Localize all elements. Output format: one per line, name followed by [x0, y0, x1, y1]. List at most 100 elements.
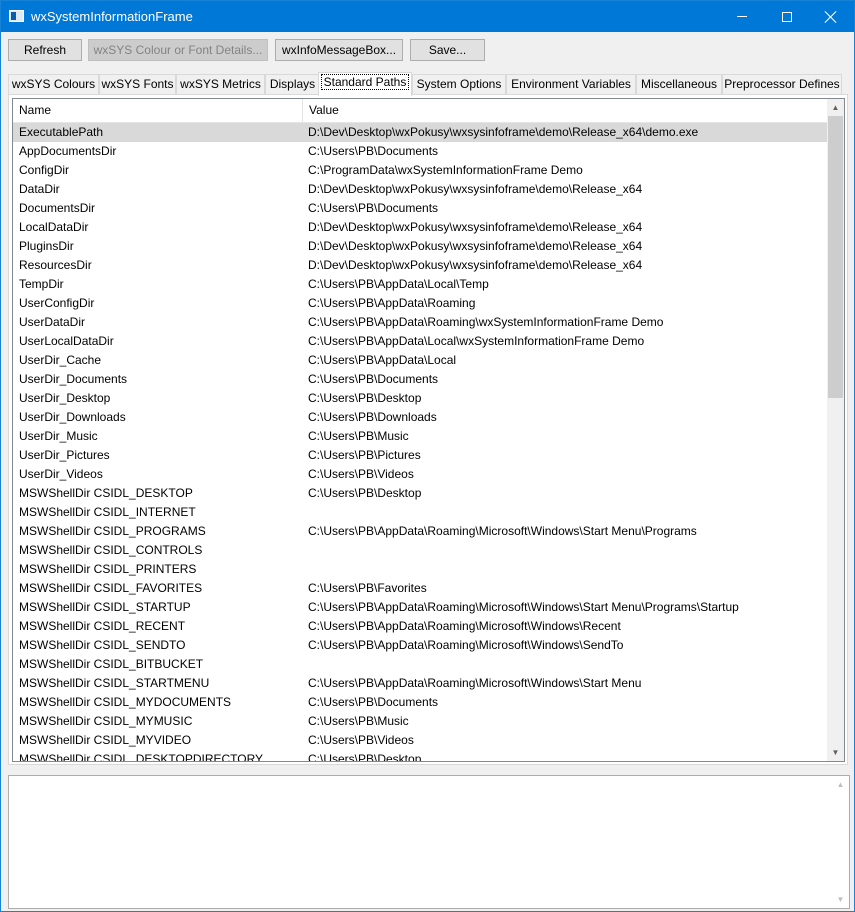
- list-item[interactable]: UserDataDir C:\Users\PB\AppData\Roaming\w…: [13, 313, 828, 332]
- list-item[interactable]: TempDir C:\Users\PB\AppData\Local\Temp: [13, 275, 828, 294]
- title-bar[interactable]: wxSystemInformationFrame: [1, 1, 854, 32]
- tab-system-options[interactable]: System Options: [412, 74, 506, 95]
- list-header: Name Value: [13, 99, 828, 123]
- tab-miscellaneous[interactable]: Miscellaneous: [636, 74, 722, 95]
- path-name: UserDir_Desktop: [19, 391, 111, 405]
- refresh-button[interactable]: Refresh: [8, 39, 82, 61]
- list-item[interactable]: MSWShellDir CSIDL_BITBUCKET: [13, 655, 828, 674]
- path-value: C:\Users\PB\Documents: [308, 144, 439, 158]
- list-item[interactable]: MSWShellDir CSIDL_SENDTO C:\Users\PB\AppD…: [13, 636, 828, 655]
- list-item[interactable]: MSWShellDir CSIDL_MYVIDEO C:\Users\PB\Vid…: [13, 731, 828, 750]
- chevron-down-icon[interactable]: ▼: [827, 744, 844, 761]
- tab-label: Displays: [269, 77, 316, 91]
- maximize-icon: [782, 11, 792, 22]
- tab-environment-variables[interactable]: Environment Variables: [506, 74, 636, 95]
- path-name: MSWShellDir CSIDL_PROGRAMS: [19, 524, 206, 538]
- list-item[interactable]: UserDir_Downloads C:\Users\PB\Downloads: [13, 408, 828, 427]
- path-name: UserDir_Documents: [19, 372, 128, 386]
- list-item[interactable]: AppDocumentsDir C:\Users\PB\Documents: [13, 142, 828, 161]
- close-button[interactable]: [808, 1, 854, 32]
- tab-wxsys-colours[interactable]: wxSYS Colours: [8, 74, 99, 95]
- info-message-box-button[interactable]: wxInfoMessageBox...: [275, 39, 403, 61]
- path-value: C:\Users\PB\Desktop: [308, 391, 422, 405]
- save-button[interactable]: Save...: [410, 39, 485, 61]
- tab-label: Miscellaneous: [640, 77, 718, 91]
- column-header-value[interactable]: Value: [303, 99, 828, 122]
- path-name: MSWShellDir CSIDL_STARTMENU: [19, 676, 210, 690]
- path-value: C:\Users\PB\AppData\Roaming\wxSystemInfo…: [308, 315, 664, 329]
- path-name: ResourcesDir: [19, 258, 92, 272]
- window-title: wxSystemInformationFrame: [31, 9, 193, 24]
- list-item[interactable]: PluginsDir D:\Dev\Desktop\wxPokusy\wxsysi…: [13, 237, 828, 256]
- log-text-area[interactable]: ▲ ▼: [8, 775, 850, 909]
- tab-displays[interactable]: Displays: [265, 74, 320, 95]
- list-vertical-scrollbar[interactable]: ▲ ▼: [827, 99, 844, 761]
- path-name: MSWShellDir CSIDL_MYDOCUMENTS: [19, 695, 232, 709]
- list-item[interactable]: UserDir_Pictures C:\Users\PB\Pictures: [13, 446, 828, 465]
- path-value: C:\Users\PB\AppData\Local: [308, 353, 457, 367]
- tab-label: Preprocessor Defines: [724, 77, 840, 91]
- path-name: UserDataDir: [19, 315, 86, 329]
- tab-wxsys-fonts[interactable]: wxSYS Fonts: [99, 74, 176, 95]
- path-value: [308, 655, 826, 674]
- standard-paths-list[interactable]: Name Value ExecutablePath D:\Dev\Desktop\…: [12, 98, 845, 762]
- list-item[interactable]: UserDir_Cache C:\Users\PB\AppData\Local: [13, 351, 828, 370]
- list-item[interactable]: MSWShellDir CSIDL_MYMUSIC C:\Users\PB\Mus…: [13, 712, 828, 731]
- list-item[interactable]: MSWShellDir CSIDL_STARTMENU C:\Users\PB\A…: [13, 674, 828, 693]
- path-value: C:\Users\PB\AppData\Roaming\Microsoft\Wi…: [308, 524, 697, 538]
- list-item[interactable]: UserLocalDataDir C:\Users\PB\AppData\Loca…: [13, 332, 828, 351]
- chevron-up-icon[interactable]: ▲: [827, 99, 844, 116]
- column-header-name[interactable]: Name: [13, 99, 303, 122]
- path-name: MSWShellDir CSIDL_BITBUCKET: [19, 657, 204, 671]
- chevron-up-icon[interactable]: ▲: [832, 776, 849, 793]
- tab-label: wxSYS Colours: [11, 77, 96, 91]
- tab-standard-paths[interactable]: Standard Paths: [318, 72, 412, 96]
- list-item[interactable]: DataDir D:\Dev\Desktop\wxPokusy\wxsysinfo…: [13, 180, 828, 199]
- list-item[interactable]: UserDir_Desktop C:\Users\PB\Desktop: [13, 389, 828, 408]
- log-vertical-scrollbar[interactable]: ▲ ▼: [832, 776, 849, 908]
- standard-paths-panel: Name Value ExecutablePath D:\Dev\Desktop\…: [8, 94, 848, 765]
- list-item[interactable]: MSWShellDir CSIDL_INTERNET: [13, 503, 828, 522]
- list-item[interactable]: LocalDataDir D:\Dev\Desktop\wxPokusy\wxsy…: [13, 218, 828, 237]
- path-value: C:\Users\PB\AppData\Roaming\Microsoft\Wi…: [308, 600, 739, 614]
- path-name: MSWShellDir CSIDL_PRINTERS: [19, 562, 197, 576]
- path-value: C:\Users\PB\AppData\Roaming\Microsoft\Wi…: [308, 619, 621, 633]
- list-item[interactable]: MSWShellDir CSIDL_RECENT C:\Users\PB\AppD…: [13, 617, 828, 636]
- colour-font-details-button[interactable]: wxSYS Colour or Font Details...: [88, 39, 268, 61]
- list-item[interactable]: UserDir_Music C:\Users\PB\Music: [13, 427, 828, 446]
- list-item[interactable]: MSWShellDir CSIDL_DESKTOPDIRECTORY C:\Use…: [13, 750, 828, 762]
- list-item[interactable]: MSWShellDir CSIDL_MYDOCUMENTS C:\Users\PB…: [13, 693, 828, 712]
- path-value: [308, 560, 826, 579]
- path-name: LocalDataDir: [19, 220, 89, 234]
- list-item[interactable]: ConfigDir C:\ProgramData\wxSystemInformat…: [13, 161, 828, 180]
- chevron-down-icon[interactable]: ▼: [832, 891, 849, 908]
- main-window: wxSystemInformationFrame Refresh wxSYS C…: [0, 0, 855, 912]
- path-name: MSWShellDir CSIDL_INTERNET: [19, 505, 196, 519]
- path-name: MSWShellDir CSIDL_CONTROLS: [19, 543, 203, 557]
- list-item[interactable]: MSWShellDir CSIDL_STARTUP C:\Users\PB\App…: [13, 598, 828, 617]
- minimize-button[interactable]: [719, 1, 765, 32]
- window-app-icon[interactable]: [9, 10, 24, 22]
- list-item[interactable]: MSWShellDir CSIDL_DESKTOP C:\Users\PB\Des…: [13, 484, 828, 503]
- list-item[interactable]: UserDir_Documents C:\Users\PB\Documents: [13, 370, 828, 389]
- scrollbar-thumb[interactable]: [828, 116, 843, 398]
- maximize-button[interactable]: [764, 1, 810, 32]
- list-item[interactable]: DocumentsDir C:\Users\PB\Documents: [13, 199, 828, 218]
- list-item[interactable]: MSWShellDir CSIDL_PROGRAMS C:\Users\PB\Ap…: [13, 522, 828, 541]
- path-value: C:\Users\PB\Desktop: [308, 752, 422, 762]
- path-value: C:\ProgramData\wxSystemInformationFrame …: [308, 163, 583, 177]
- tab-preprocessor-defines[interactable]: Preprocessor Defines: [722, 74, 842, 95]
- path-value: C:\Users\PB\Music: [308, 429, 409, 443]
- list-item[interactable]: MSWShellDir CSIDL_FAVORITES C:\Users\PB\F…: [13, 579, 828, 598]
- list-item[interactable]: UserConfigDir C:\Users\PB\AppData\Roaming: [13, 294, 828, 313]
- path-name: PluginsDir: [19, 239, 74, 253]
- tab-wxsys-metrics[interactable]: wxSYS Metrics: [176, 74, 265, 95]
- list-item[interactable]: ExecutablePath D:\Dev\Desktop\wxPokusy\wx…: [13, 123, 828, 142]
- list-item[interactable]: MSWShellDir CSIDL_CONTROLS: [13, 541, 828, 560]
- list-item[interactable]: UserDir_Videos C:\Users\PB\Videos: [13, 465, 828, 484]
- path-value: C:\Users\PB\Favorites: [308, 581, 427, 595]
- list-item[interactable]: MSWShellDir CSIDL_PRINTERS: [13, 560, 828, 579]
- path-value: D:\Dev\Desktop\wxPokusy\wxsysinfoframe\d…: [308, 258, 643, 272]
- path-value: C:\Users\PB\Documents: [308, 695, 439, 709]
- list-item[interactable]: ResourcesDir D:\Dev\Desktop\wxPokusy\wxsy…: [13, 256, 828, 275]
